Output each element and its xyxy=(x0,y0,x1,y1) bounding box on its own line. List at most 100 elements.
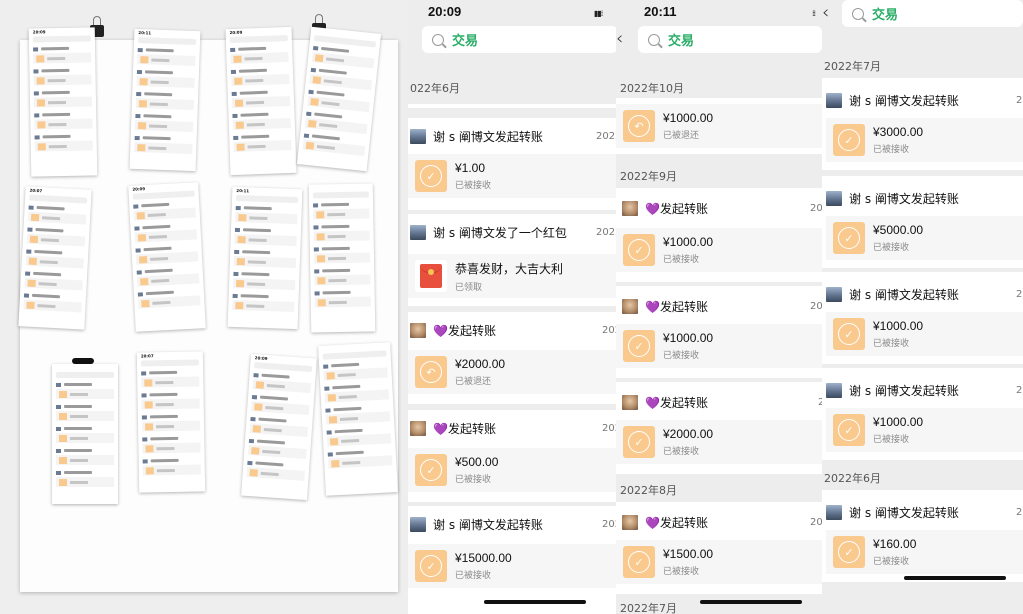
transfer-card[interactable]: ↶ ¥1000.00 已被退还 xyxy=(616,104,822,148)
search-query: 交易 xyxy=(668,34,695,49)
transfer-amount: ¥1000.00 xyxy=(663,235,714,249)
collage-thumbnail xyxy=(52,364,118,504)
transfer-status: 已被接收 xyxy=(663,255,700,265)
message-title: 💜发起转账 xyxy=(433,421,496,436)
transfer-item[interactable]: 💜发起转账 202 ✓ ¥500.00 已被接收 xyxy=(408,410,616,502)
transfer-item[interactable]: 💜发起转账 202 ↶ ¥2000.00 已被退还 xyxy=(408,312,616,404)
chat-history-screen-1: 20:09 ▮▮⁞ 交易 022年6月 谢 s 阐博文发起转账 2022 ✓ ¥… xyxy=(408,0,616,614)
transfer-item[interactable]: 谢 s 阐博文发起转账 ✓ ¥5000.00 已被接收 xyxy=(822,176,1023,268)
avatar xyxy=(622,394,638,410)
message-date: 2022 xyxy=(596,226,616,238)
transfer-amount: ¥1000.00 xyxy=(663,331,714,345)
avatar xyxy=(410,224,426,240)
status-bar: 20:11 ⁞⁞ xyxy=(616,0,822,24)
collage-thumbnail: 20:09 xyxy=(28,27,98,177)
transfer-card[interactable]: ✓ ¥1.00 已被接收 xyxy=(408,154,616,198)
check-circle-icon: ✓ xyxy=(420,165,442,187)
check-circle-icon: ✓ xyxy=(838,419,860,441)
avatar xyxy=(410,516,426,532)
transfer-status: 已被接收 xyxy=(873,435,910,445)
transfer-item[interactable]: 💜发起转账 20 ✓ ¥1000.00 已被接收 xyxy=(616,286,822,378)
status-time: 20:09 xyxy=(428,4,462,19)
transfer-item[interactable]: 💜发起转账 2 ✓ ¥2000.00 已被接收 xyxy=(616,382,822,474)
red-packet-greeting: 恭喜发财，大吉大利 xyxy=(455,261,564,276)
message-title: 谢 s 阐博文发起转账 xyxy=(433,129,543,144)
transfer-amount: ¥1.00 xyxy=(455,161,486,175)
transfer-amount: ¥5000.00 xyxy=(873,223,924,237)
month-header: 2022年9月 xyxy=(620,170,677,183)
search-bar[interactable]: 交易 xyxy=(638,26,822,53)
transfer-amount: ¥2000.00 xyxy=(455,357,506,371)
month-header: 2022年8月 xyxy=(620,484,677,497)
check-circle-icon: ✓ xyxy=(420,459,442,481)
message-date: 20 xyxy=(1016,506,1023,518)
check-circle-icon: ✓ xyxy=(838,323,860,345)
message-title: 💜发起转账 xyxy=(645,299,708,314)
transfer-card[interactable]: ✓ ¥1000.00 已被接收 xyxy=(616,228,822,272)
red-packet-item[interactable]: 谢 s 阐博文发了一个红包 2022 恭喜发财，大吉大利 已领取 xyxy=(408,214,616,306)
transfer-card[interactable]: ✓ ¥1000.00 已被接收 xyxy=(616,324,822,368)
status-bar: 20:09 ▮▮⁞ xyxy=(408,0,616,24)
transfer-card[interactable]: ✓ ¥1500.00 已被接收 xyxy=(616,540,822,584)
transfer-item[interactable]: 💜发起转账 20 ✓ ¥1000.00 已被接收 xyxy=(616,188,822,282)
transfer-status: 已被接收 xyxy=(455,181,492,191)
avatar xyxy=(410,420,426,436)
transfer-status: 已被接收 xyxy=(663,567,700,577)
message-title: 谢 s 阐博文发起转账 xyxy=(433,517,543,532)
transfer-card[interactable]: ✓ ¥1000.00 已被接收 xyxy=(826,312,1023,356)
check-circle-icon: ✓ xyxy=(628,239,650,261)
transfer-card[interactable]: ✓ ¥1000.00 已被接收 xyxy=(826,408,1023,452)
transfer-item[interactable]: 💜发起转账 20 ✓ ¥1500.00 已被接收 xyxy=(616,502,822,594)
transfer-item[interactable]: ↶ ¥1000.00 已被退还 xyxy=(616,98,822,154)
message-date: 20 xyxy=(810,202,822,214)
transfer-item[interactable]: 谢 s 阐博文发起转账 20 ✓ ¥1000.00 已被接收 xyxy=(822,272,1023,364)
message-title: 💜发起转账 xyxy=(645,515,708,530)
search-icon xyxy=(432,33,444,46)
transfer-card[interactable]: ✓ ¥15000.00 已被接收 xyxy=(408,544,616,588)
avatar xyxy=(826,504,842,520)
transfer-card[interactable]: ✓ ¥160.00 已被接收 xyxy=(826,530,1023,574)
message-date: 20 xyxy=(1016,288,1023,300)
search-query: 交易 xyxy=(872,8,899,23)
search-bar[interactable]: 交易 xyxy=(422,26,616,53)
search-query: 交易 xyxy=(452,34,479,49)
transfer-item[interactable]: 谢 s 阐博文发起转账 20 ✓ ¥3000.00 已被接收 xyxy=(822,78,1023,170)
search-bar[interactable]: 交易 xyxy=(842,0,1023,27)
avatar xyxy=(826,382,842,398)
transfer-status: 已被退还 xyxy=(455,377,492,387)
message-date: 202 xyxy=(602,518,616,530)
home-indicator[interactable] xyxy=(484,600,586,604)
avatar xyxy=(622,298,638,314)
transfer-card[interactable]: ✓ ¥2000.00 已被接收 xyxy=(616,420,822,464)
avatar xyxy=(410,322,426,338)
transfer-amount: ¥500.00 xyxy=(455,455,499,469)
message-date: 202 xyxy=(602,324,616,336)
transfer-card[interactable]: ↶ ¥2000.00 已被退还 xyxy=(408,350,616,394)
transfer-card[interactable]: ✓ ¥500.00 已被接收 xyxy=(408,448,616,492)
transfer-item[interactable]: 谢 s 阐博文发起转账 2022 ✓ ¥1.00 已被接收 xyxy=(408,118,616,210)
collage-thumbnail: 20:11 xyxy=(227,186,303,330)
transfer-status: 已被接收 xyxy=(663,447,700,457)
check-circle-icon: ✓ xyxy=(420,555,442,577)
message-title: 谢 s 阐博文发起转账 xyxy=(849,287,959,302)
home-indicator[interactable] xyxy=(904,576,1006,580)
collage-thumbnail: 20:07 xyxy=(136,351,206,493)
transfer-card[interactable]: ✓ ¥3000.00 已被接收 xyxy=(826,118,1023,162)
check-circle-icon: ✓ xyxy=(628,551,650,573)
message-date: 20 xyxy=(1016,94,1023,106)
transfer-item[interactable]: 谢 s 阐博文发起转账 202 ✓ ¥15000.00 已被接收 xyxy=(408,506,616,614)
transfer-amount: ¥1000.00 xyxy=(663,111,714,125)
check-circle-icon: ✓ xyxy=(628,431,650,453)
back-arrow-icon[interactable]: ‹ xyxy=(616,28,623,49)
red-packet-card[interactable]: 恭喜发财，大吉大利 已领取 xyxy=(408,254,616,298)
transfer-item[interactable]: 谢 s 阐博文发起转账 20 ✓ ¥160.00 已被接收 xyxy=(822,490,1023,582)
collage-thumbnail: 20:09 xyxy=(128,182,206,332)
return-arrow-icon: ↶ xyxy=(628,115,650,137)
transfer-card[interactable]: ✓ ¥5000.00 已被接收 xyxy=(826,216,1023,260)
home-indicator[interactable] xyxy=(700,600,802,604)
transfer-status: 已被接收 xyxy=(873,339,910,349)
back-arrow-icon[interactable]: ‹ xyxy=(822,2,829,23)
collage-thumbnail: 20:09 xyxy=(225,26,297,176)
transfer-item[interactable]: 谢 s 阐博文发起转账 20 ✓ ¥1000.00 已被接收 xyxy=(822,368,1023,460)
red-envelope-icon xyxy=(420,264,442,288)
